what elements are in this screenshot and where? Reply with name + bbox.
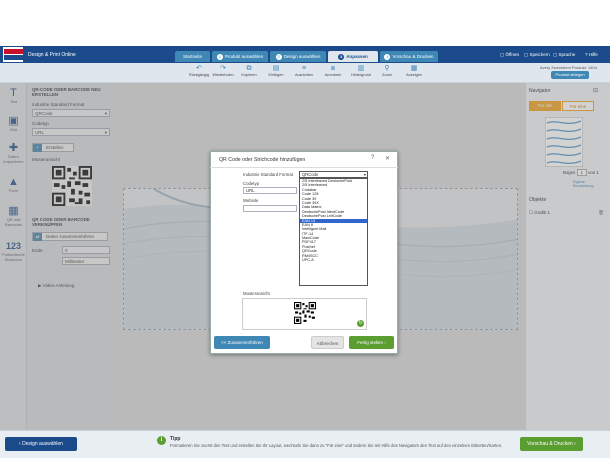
redo-icon: ↷	[220, 65, 226, 72]
help-link[interactable]: ? Hilfe	[585, 52, 598, 57]
dialog-merge-button[interactable]: << Zusammenführen	[214, 336, 270, 349]
zoom-icon: ⚲	[384, 65, 390, 72]
redo-label: Wiederholen	[212, 73, 234, 77]
dialog-preview-label: Musteransicht	[243, 291, 270, 296]
step-home[interactable]: Startseite	[175, 51, 210, 62]
help-label: Hilfe	[588, 52, 598, 57]
arrange-icon: ⧈	[330, 65, 336, 72]
step-product[interactable]: 1 Produkt auswählen	[212, 51, 268, 62]
help-icon[interactable]: ?	[371, 155, 374, 161]
zoom-label: Zoom	[382, 73, 392, 77]
top-whitespace	[0, 0, 610, 46]
dialog-title: QR Code oder Strichcode hinzufügen	[219, 157, 306, 163]
background-icon: ▥	[357, 65, 365, 72]
dialog-codetype-label: Codetyp	[243, 181, 260, 186]
background-tool[interactable]: ▥ Hintergrund	[348, 64, 374, 81]
info-icon: i	[157, 436, 166, 445]
undo-icon: ↶	[196, 65, 202, 72]
save-link[interactable]: ▢ Speichern	[524, 52, 550, 58]
tip-title: Tipp	[170, 436, 181, 442]
save-label: Speichern	[529, 52, 550, 57]
dialog-done-button[interactable]: Fertig stellen ›	[349, 336, 394, 349]
dialog-format-value: QRCode	[302, 172, 319, 177]
step-customize-label: Anpassen	[346, 54, 368, 59]
done-label: Fertig stellen	[357, 340, 383, 345]
step-number: 2	[275, 54, 282, 60]
step-preview-print[interactable]: 4 Vorschau & Drucken	[380, 51, 438, 62]
view-icon: ▦	[410, 65, 418, 72]
zoom-tool[interactable]: ⚲ Zoom	[374, 64, 400, 81]
article-number: Avery Zweckform Produkt: 1404	[540, 65, 597, 70]
undo-tool[interactable]: ↶ Rückgängig	[186, 64, 212, 81]
background-label: Hintergrund	[351, 73, 371, 77]
arrange-tool[interactable]: ⧈ Anordnen	[320, 64, 346, 81]
align-label: Ausrichten	[295, 73, 313, 77]
open-link[interactable]: ▢ Öffnen	[500, 52, 519, 58]
refresh-icon[interactable]: ↻	[357, 320, 364, 327]
back-label: Design auswählen	[22, 441, 63, 447]
open-label: Öffnen	[505, 52, 519, 57]
undo-label: Rückgängig	[188, 73, 210, 77]
paste-icon: ▤	[272, 65, 280, 72]
step-preview-label: Vorschau & Drucken	[392, 54, 434, 59]
step-design-label: Design auswählen	[283, 54, 321, 59]
dialog-divider	[210, 167, 398, 168]
arrange-label: Anordnen	[324, 73, 342, 77]
avery-logo[interactable]	[2, 46, 24, 63]
chevron-right-icon: ›	[383, 340, 386, 345]
dialog-cancel-button[interactable]: Abbrechen	[311, 336, 344, 349]
add-product-button[interactable]: Produkt ablegen	[551, 71, 589, 79]
back-design-button[interactable]: ‹ Design auswählen	[5, 437, 77, 451]
step-number: 3	[338, 54, 345, 60]
redo-tool[interactable]: ↷ Wiederholen	[210, 64, 236, 81]
dialog-codetype-select[interactable]: URL	[243, 187, 297, 194]
copy-tool[interactable]: ⧉ Kopieren	[236, 64, 262, 81]
option-upca[interactable]: UPC-A	[300, 258, 367, 262]
language-label: Sprache	[558, 52, 576, 57]
dialog-format-label: Industrie Standard Format	[243, 172, 293, 177]
chevron-right-icon: ›	[572, 441, 576, 447]
paste-tool[interactable]: ▤ Einfügen	[263, 64, 289, 81]
tip-text: Formatieren Sie zuerst den Text und erst…	[170, 443, 503, 448]
format-dropdown-list[interactable]: 2/5 Interleaved DeutschePost 2/5 Interle…	[299, 178, 368, 286]
dialog-qr-preview	[294, 302, 316, 324]
align-icon: ≡	[301, 65, 307, 72]
preview-print-button[interactable]: Vorschau & Drucken ›	[520, 437, 583, 451]
modal-backdrop-right	[525, 83, 610, 430]
website-input[interactable]	[243, 205, 297, 212]
next-label: Vorschau & Drucken	[527, 441, 573, 447]
language-link[interactable]: ▢ Sprache	[553, 52, 575, 58]
align-tool[interactable]: ≡ Ausrichten	[291, 64, 317, 81]
step-product-label: Produkt auswählen	[224, 54, 264, 59]
view-label: Anzeigen	[406, 73, 422, 77]
paste-label: Einfügen	[268, 73, 284, 77]
copy-icon: ⧉	[246, 65, 252, 72]
step-design[interactable]: 2 Design auswählen	[270, 51, 326, 62]
step-home-label: Startseite	[182, 54, 202, 59]
app-title: Design & Print Online	[28, 52, 76, 58]
view-tool[interactable]: ▦ Anzeigen	[401, 64, 427, 81]
step-customize[interactable]: 3 Anpassen	[328, 51, 378, 62]
website-label: Website	[243, 198, 259, 203]
close-icon[interactable]: ✕	[385, 155, 390, 162]
dialog-format-select[interactable]: QRCode ▾	[299, 171, 368, 178]
copy-label: Kopieren	[241, 73, 257, 77]
step-number: 4	[384, 54, 391, 60]
step-number: 1	[216, 54, 223, 60]
